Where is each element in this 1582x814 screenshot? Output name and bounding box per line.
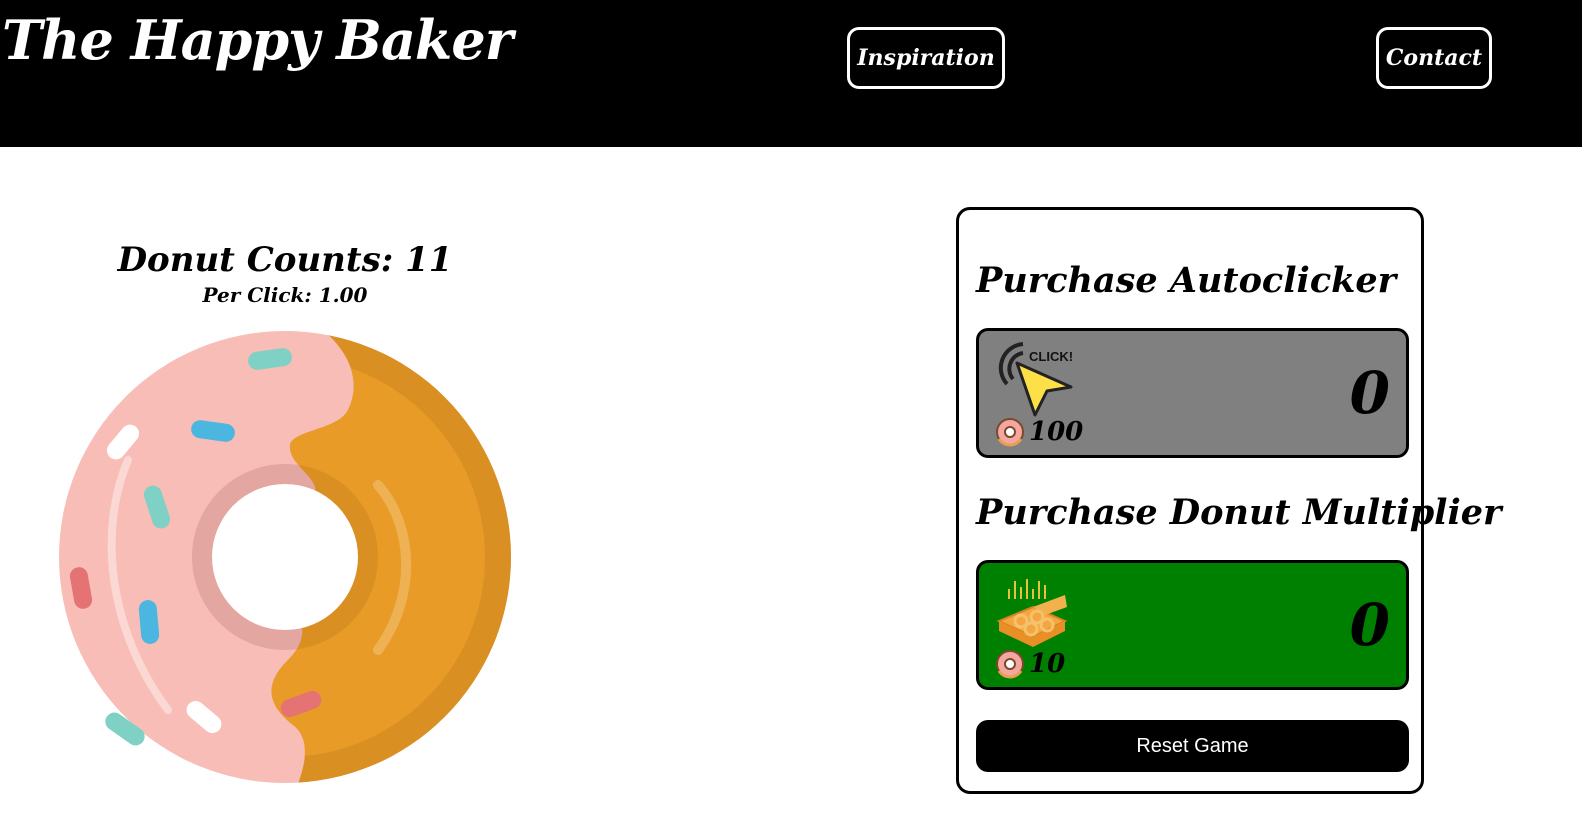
per-click: Per Click: 1.00: [202, 283, 368, 307]
donut-box-icon: [996, 579, 1068, 647]
brand-title: The Happy Baker: [2, 8, 513, 72]
multiplier-card[interactable]: 10 0: [976, 560, 1409, 690]
multiplier-owned: 0: [1349, 591, 1390, 659]
donut-coin-icon: [996, 650, 1024, 679]
autoclicker-title: Purchase Autoclicker: [976, 260, 1397, 301]
contact-button[interactable]: Contact: [1376, 27, 1492, 89]
multiplier-title: Purchase Donut Multiplier: [976, 492, 1502, 533]
donut-count: Donut Counts: 11: [117, 240, 453, 280]
autoclicker-price: 100: [1029, 417, 1084, 447]
header: The Happy Baker Inspiration Contact: [0, 0, 1582, 147]
multiplier-price: 10: [1029, 649, 1066, 679]
donut-coin-icon: [996, 418, 1024, 447]
autoclicker-owned: 0: [1349, 359, 1390, 427]
shop-panel: Purchase Autoclicker CLICK! 100 0 Purcha…: [956, 207, 1501, 794]
click-cursor-icon: CLICK!: [998, 342, 1073, 417]
autoclicker-card[interactable]: CLICK! 100 0: [976, 328, 1409, 458]
donut-image[interactable]: [58, 330, 512, 784]
svg-text:CLICK!: CLICK!: [1029, 349, 1073, 364]
reset-game-button[interactable]: Reset Game: [976, 720, 1409, 772]
inspiration-button[interactable]: Inspiration: [847, 27, 1005, 89]
